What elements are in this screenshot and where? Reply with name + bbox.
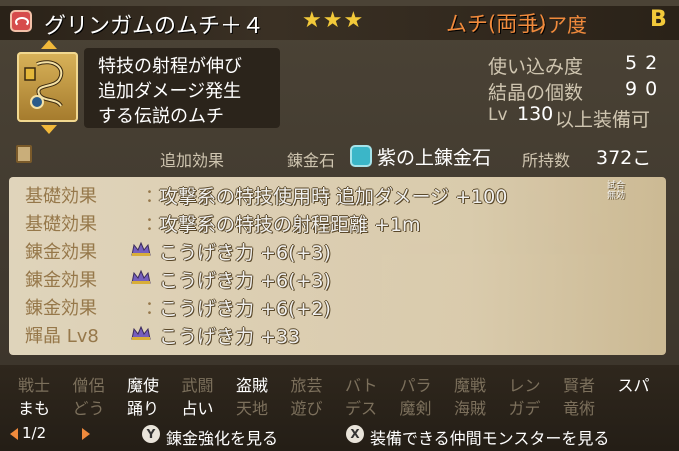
effect-label: 基礎効果 bbox=[25, 214, 97, 235]
job-equippable: 盗賊 bbox=[236, 376, 269, 395]
effect-label: 基礎効果 bbox=[25, 186, 97, 207]
effect-label: 錬金効果 bbox=[25, 298, 97, 319]
page-next-icon[interactable] bbox=[82, 428, 90, 440]
job-not-equippable: 遊び bbox=[290, 399, 323, 418]
crown-icon bbox=[131, 269, 151, 284]
effect-text: こうげき力 +6(+3) bbox=[159, 270, 331, 292]
effect-text: 攻撃系の特技使用時 追加ダメージ +100 bbox=[159, 186, 508, 208]
job-equippable: まも bbox=[18, 399, 51, 418]
alchemy-stone-icon bbox=[350, 145, 372, 167]
usage-value: 52 bbox=[625, 52, 666, 74]
job-not-equippable: バト bbox=[345, 376, 378, 395]
page-prev-icon[interactable] bbox=[10, 428, 18, 440]
next-item-arrow-icon[interactable] bbox=[41, 125, 57, 134]
prev-item-arrow-icon[interactable] bbox=[41, 40, 57, 49]
effect-row: 基礎効果 ： 攻撃系の特技の射程距離 +1m bbox=[9, 210, 666, 236]
effect-label: 錬金効果 bbox=[25, 242, 97, 263]
alchemy-stone-label: 錬金石 bbox=[287, 151, 336, 170]
job-not-equippable: 旅芸 bbox=[290, 376, 323, 395]
crystal-count-label: 結晶の個数 bbox=[488, 82, 584, 104]
item-icon bbox=[17, 52, 78, 122]
item-name: グリンガムのムチ＋４ bbox=[44, 14, 265, 39]
crystal-count-value: 90 bbox=[625, 78, 666, 100]
job-not-equippable: 僧侶 bbox=[72, 376, 105, 395]
level-prefix: Lv bbox=[488, 105, 508, 125]
view-monsters-button[interactable]: 装備できる仲間モンスターを見る bbox=[370, 425, 609, 449]
x-button-icon[interactable]: X bbox=[346, 425, 364, 443]
job-equippable: 占い bbox=[181, 399, 214, 418]
effect-row: 錬金効果 ： こうげき力 +6(+2) bbox=[9, 294, 666, 320]
effect-text: 攻撃系の特技の射程距離 +1m bbox=[159, 214, 421, 236]
job-not-equippable: 魔戦 bbox=[454, 376, 487, 395]
effect-row: 輝晶 Lv8 こうげき力 +33 bbox=[9, 322, 666, 348]
level-requirement: 130 bbox=[517, 103, 554, 125]
usage-label: 使い込み度 bbox=[488, 56, 584, 78]
description-line: する伝説のムチ bbox=[98, 106, 224, 127]
job-not-equippable: 竜術 bbox=[563, 399, 596, 418]
job-not-equippable: 魔剣 bbox=[399, 399, 432, 418]
job-not-equippable: ガデ bbox=[508, 399, 541, 418]
job-not-equippable: デス bbox=[345, 399, 378, 418]
level-suffix: 以上装備可 bbox=[555, 109, 651, 131]
effect-note: 試合無効 bbox=[607, 181, 626, 201]
extra-effect-label: 追加効果 bbox=[160, 151, 225, 170]
job-not-equippable: パラ bbox=[399, 376, 432, 395]
item-stars: ★★★ bbox=[302, 8, 365, 33]
page-indicator: 1/2 bbox=[22, 424, 47, 442]
job-equippable: スパ bbox=[617, 376, 650, 395]
rarity-label: レア度 bbox=[527, 13, 587, 37]
job-not-equippable: 賢者 bbox=[563, 376, 596, 395]
alchemy-stone-name: 紫の上錬金石 bbox=[377, 147, 492, 169]
job-not-equippable: 海賊 bbox=[454, 399, 487, 418]
effect-row: 基礎効果 ： 攻撃系の特技使用時 追加ダメージ +100 試合無効 bbox=[9, 181, 666, 208]
effects-list: 基礎効果 ： 攻撃系の特技使用時 追加ダメージ +100 試合無効 基礎効果 ：… bbox=[9, 177, 666, 355]
job-not-equippable: レン bbox=[508, 376, 541, 395]
job-not-equippable: 天地 bbox=[236, 399, 269, 418]
book-icon[interactable] bbox=[16, 145, 32, 163]
crown-icon bbox=[131, 241, 151, 256]
job-not-equippable: 戦士 bbox=[18, 376, 51, 395]
effect-row: 錬金効果 こうげき力 +6(+3) bbox=[9, 266, 666, 292]
alchemy-enhance-button[interactable]: 錬金強化を見る bbox=[166, 425, 278, 449]
job-not-equippable: どう bbox=[72, 399, 105, 418]
job-not-equippable: 武闘 bbox=[181, 376, 214, 395]
effect-row: 錬金効果 こうげき力 +6(+3) bbox=[9, 238, 666, 264]
effect-text: こうげき力 +6(+2) bbox=[159, 298, 331, 320]
owned-count-label: 所持数 bbox=[522, 151, 571, 170]
job-equippable: 踊り bbox=[127, 399, 160, 418]
effect-text: こうげき力 +6(+3) bbox=[159, 242, 331, 264]
rarity-grade: B bbox=[650, 7, 667, 32]
description-line: 特技の射程が伸び bbox=[98, 56, 242, 77]
effect-text: こうげき力 +33 bbox=[159, 326, 301, 348]
whip-category-icon bbox=[10, 10, 32, 32]
y-button-icon[interactable]: Y bbox=[142, 425, 160, 443]
description-line: 追加ダメージ発生 bbox=[98, 81, 242, 102]
effect-label: 錬金効果 bbox=[25, 270, 97, 291]
owned-count-value: 372こ bbox=[596, 147, 652, 169]
crown-icon bbox=[131, 325, 151, 340]
job-equippable: 魔使 bbox=[127, 376, 160, 395]
whip-icon bbox=[24, 60, 64, 109]
effect-label: 輝晶 Lv8 bbox=[25, 326, 99, 347]
